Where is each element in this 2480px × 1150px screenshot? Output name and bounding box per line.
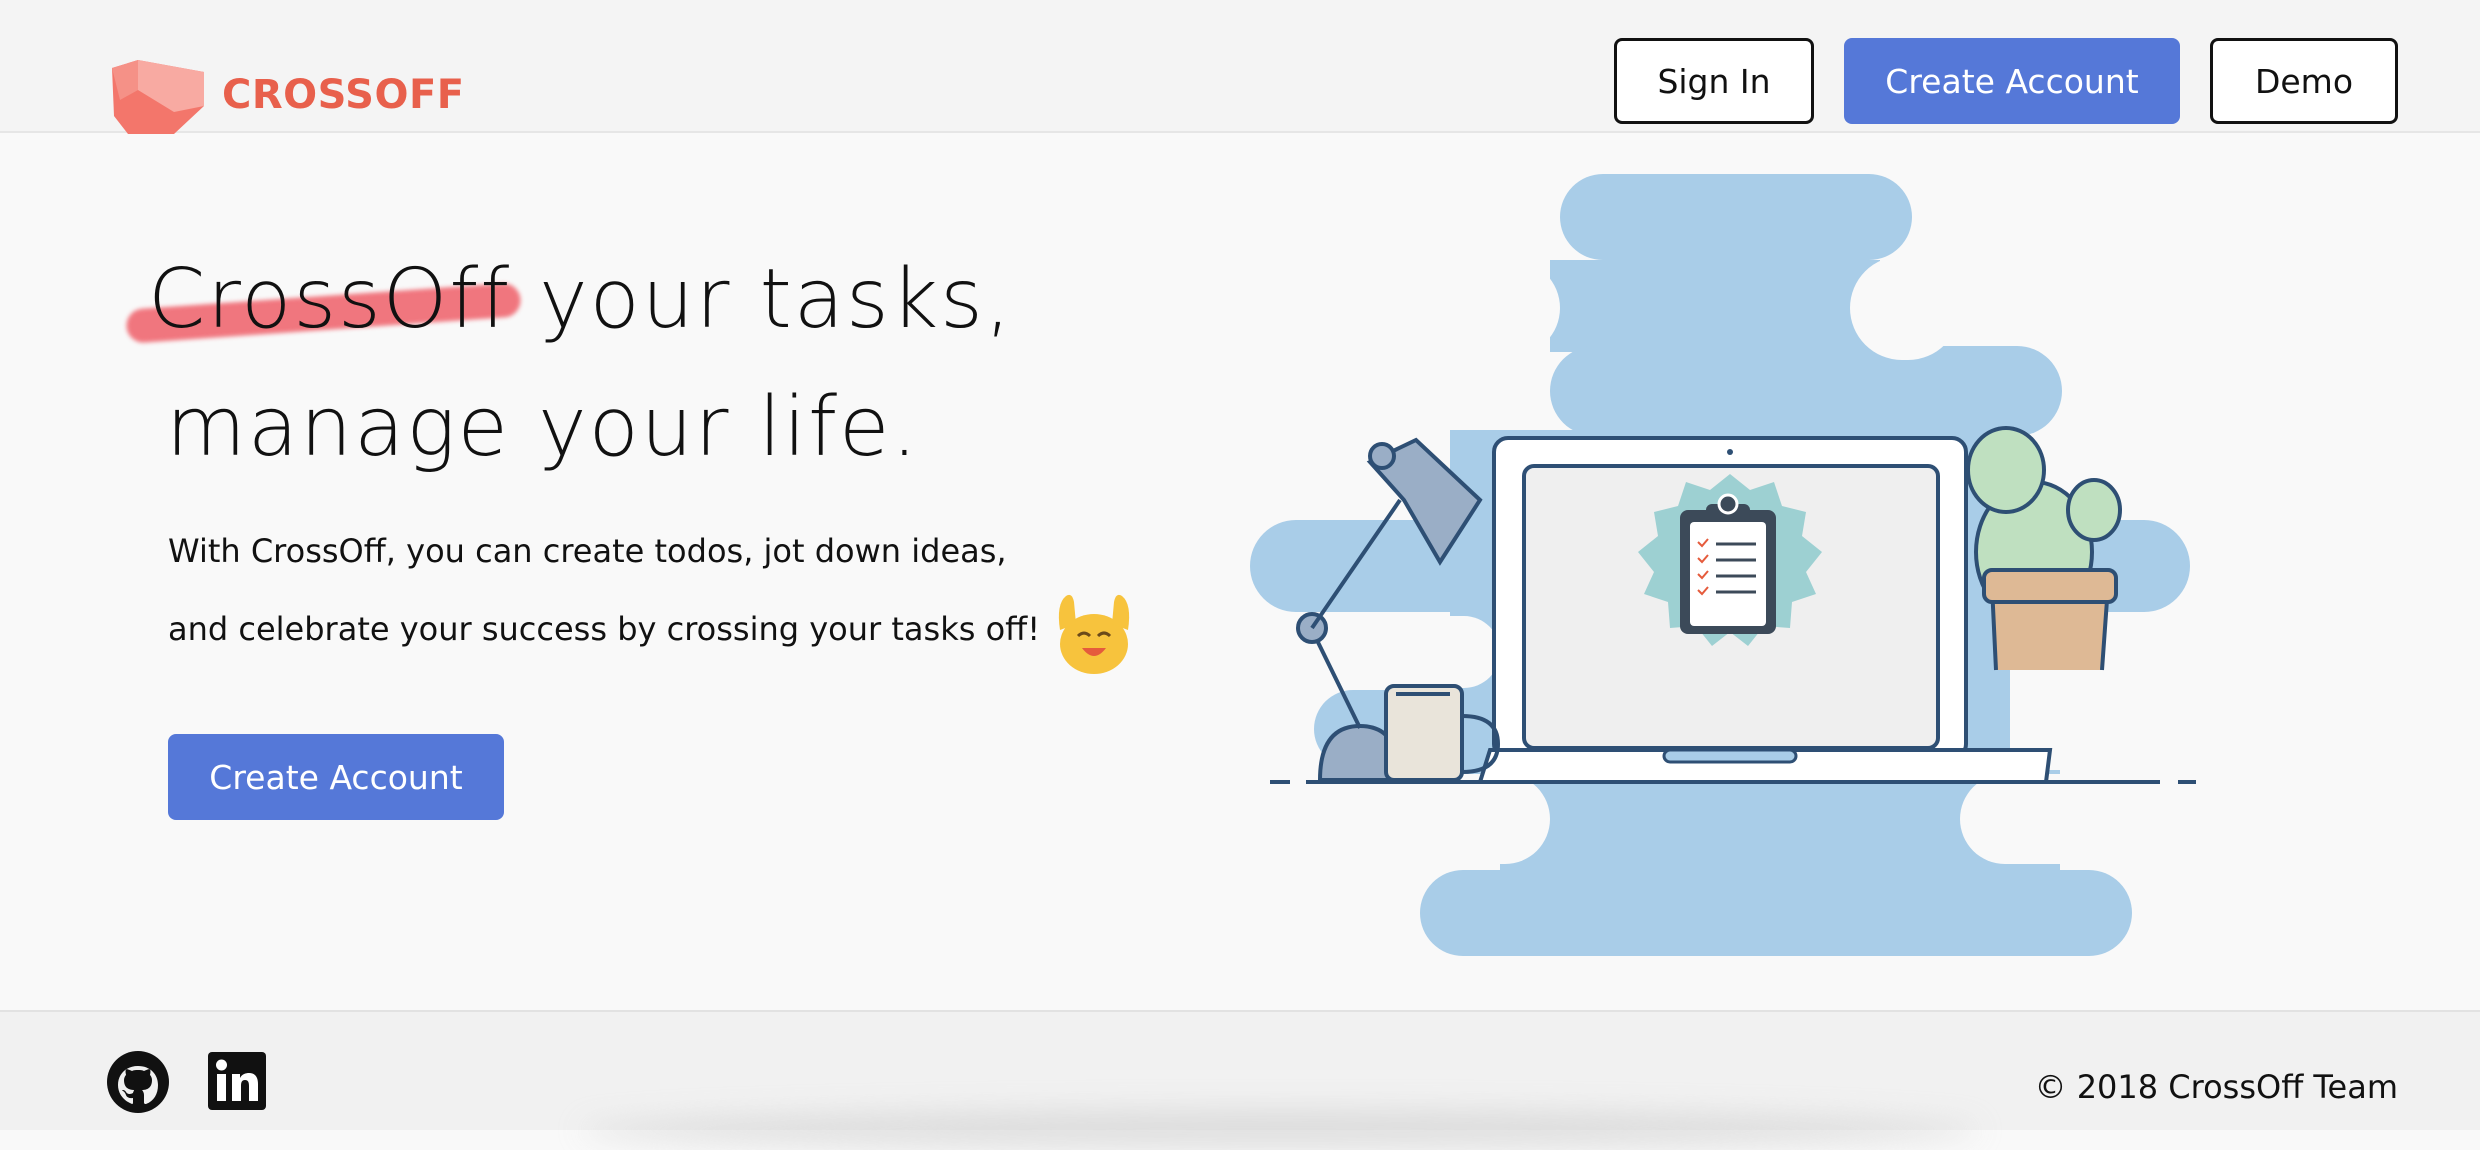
create-account-button[interactable]: Create Account bbox=[1844, 38, 2180, 124]
intro-text-line-2: and celebrate your success by crossing y… bbox=[168, 610, 1041, 648]
footer-shadow bbox=[580, 1110, 1980, 1150]
brand-name[interactable]: CROSSOFF bbox=[222, 72, 465, 118]
copyright-text: © 2018 CrossOff Team bbox=[2034, 1068, 2398, 1106]
demo-button[interactable]: Demo bbox=[2210, 38, 2398, 124]
crossed-word-text: CrossOff bbox=[148, 252, 512, 347]
crossed-word: CrossOff bbox=[125, 252, 522, 347]
headline-line-2: manage your life. bbox=[166, 380, 920, 475]
crossoff-logo-icon bbox=[112, 60, 204, 134]
headline-rest: your tasks, bbox=[511, 252, 1013, 347]
site-header: CROSSOFF Sign In Create Account Demo bbox=[0, 0, 2480, 134]
desk-illustration bbox=[1250, 174, 2200, 956]
hero-create-account-button[interactable]: Create Account bbox=[168, 734, 504, 820]
github-icon[interactable] bbox=[106, 1050, 170, 1114]
linkedin-icon[interactable] bbox=[208, 1052, 266, 1110]
raising-hands-emoji-icon bbox=[1058, 594, 1130, 674]
intro-text-line-1: With CrossOff, you can create todos, jot… bbox=[168, 532, 1007, 570]
headline-line-1: CrossOff your tasks, bbox=[125, 252, 1013, 347]
sign-in-button[interactable]: Sign In bbox=[1614, 38, 1814, 124]
